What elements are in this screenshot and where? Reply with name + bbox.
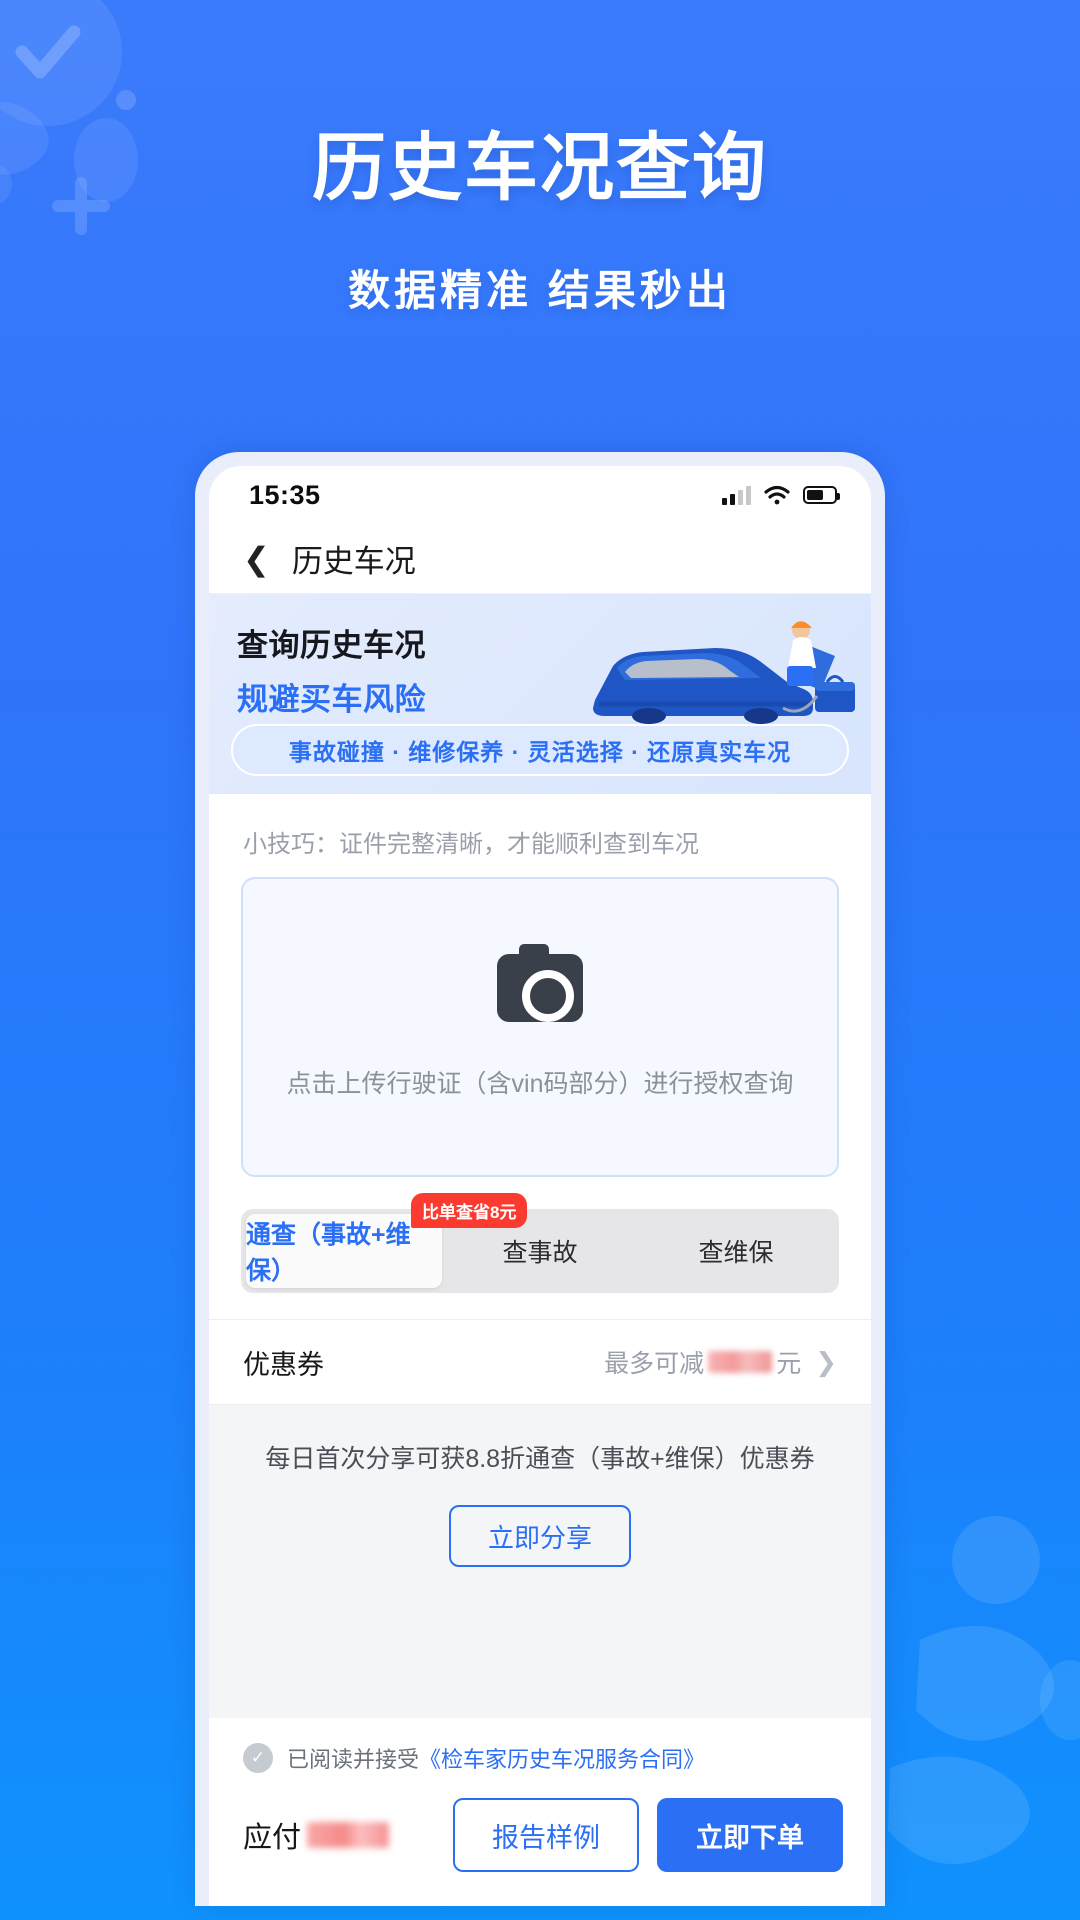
report-sample-button[interactable]: 报告样例 [453, 1798, 639, 1872]
app-navbar: ❮ 历史车况 [209, 524, 871, 594]
coupon-value: 最多可减 元 [604, 1344, 801, 1380]
banner-feature-text: 事故碰撞 · 维修保养 · 灵活选择 · 还原真实车况 [288, 739, 792, 765]
product-tabs: 比单查省8元 通查（事故+维保） 查事故 查维保 [241, 1193, 839, 1293]
battery-icon [803, 486, 840, 504]
wifi-icon [764, 485, 790, 505]
hero-section: 历史车况查询 数据精准 结果秒出 [0, 0, 1080, 318]
status-time: 15:35 [249, 479, 321, 510]
upload-hint-text: 点击上传行驶证（含vin码部分）进行授权查询 [286, 1070, 794, 1098]
agreement-row[interactable]: ✓ 已阅读并接受《检车家历史车况服务合同》 [209, 1718, 871, 1784]
phone-mockup: 15:35 ❮ 历史车况 查询历史车况 规避买车风险 事故碰撞 · 维修保养 ·… [195, 452, 885, 1906]
page-subtitle: 数据精准 结果秒出 [348, 267, 732, 314]
share-promo-text: 每日首次分享可获8.8折通查（事故+维保）优惠券 [265, 1445, 815, 1473]
payable-label: 应付 [243, 1822, 302, 1854]
footer-bar: 应付 报告样例 立即下单 [209, 1784, 871, 1906]
coupon-value-prefix: 最多可减 [604, 1350, 705, 1378]
coupon-value-suffix: 元 [776, 1350, 802, 1378]
tab-maintenance[interactable]: 查维保 [638, 1214, 834, 1288]
share-promo-block: 每日首次分享可获8.8折通查（事故+维保）优惠券 立即分享 [209, 1405, 871, 1718]
payable-amount-masked [307, 1822, 390, 1848]
navbar-title: 历史车况 [291, 544, 416, 579]
coupon-row[interactable]: 优惠券 最多可减 元 ❯ [209, 1320, 871, 1404]
check-circle-icon[interactable]: ✓ [243, 1743, 273, 1773]
app-screen: 15:35 ❮ 历史车况 查询历史车况 规避买车风险 事故碰撞 · 维修保养 ·… [209, 466, 871, 1906]
agreement-prefix: 已阅读并接受 [287, 1747, 420, 1772]
coupon-amount-masked [708, 1351, 773, 1373]
banner-feature-pill: 事故碰撞 · 维修保养 · 灵活选择 · 还原真实车况 [231, 724, 849, 776]
upload-dropzone[interactable]: 点击上传行驶证（含vin码部分）进行授权查询 [241, 877, 839, 1177]
chevron-right-icon: ❯ [815, 1346, 837, 1377]
tab-savings-badge: 比单查省8元 [411, 1193, 528, 1228]
share-now-button[interactable]: 立即分享 [449, 1505, 631, 1567]
camera-icon [497, 944, 583, 1022]
promo-banner: 查询历史车况 规避买车风险 事故碰撞 · 维修保养 · 灵活选择 · 还原真实车… [209, 594, 871, 794]
agreement-text: 已阅读并接受《检车家历史车况服务合同》 [287, 1742, 705, 1774]
content-sheet: 小技巧：证件完整清晰，才能顺利查到车况 点击上传行驶证（含vin码部分）进行授权… [209, 794, 871, 1906]
payable-amount: 应付 [243, 1814, 435, 1856]
spacer [209, 1293, 871, 1319]
car-inspection-illustration [593, 621, 855, 724]
back-button[interactable]: ❮ [243, 543, 270, 575]
agreement-link[interactable]: 《检车家历史车况服务合同》 [419, 1747, 705, 1772]
status-bar: 15:35 [209, 466, 871, 524]
signal-bars-icon [722, 485, 751, 505]
upload-tip: 小技巧：证件完整清晰，才能顺利查到车况 [243, 831, 699, 858]
place-order-button[interactable]: 立即下单 [657, 1798, 843, 1872]
coupon-label: 优惠券 [243, 1349, 324, 1380]
page-title: 历史车况查询 [312, 126, 768, 209]
